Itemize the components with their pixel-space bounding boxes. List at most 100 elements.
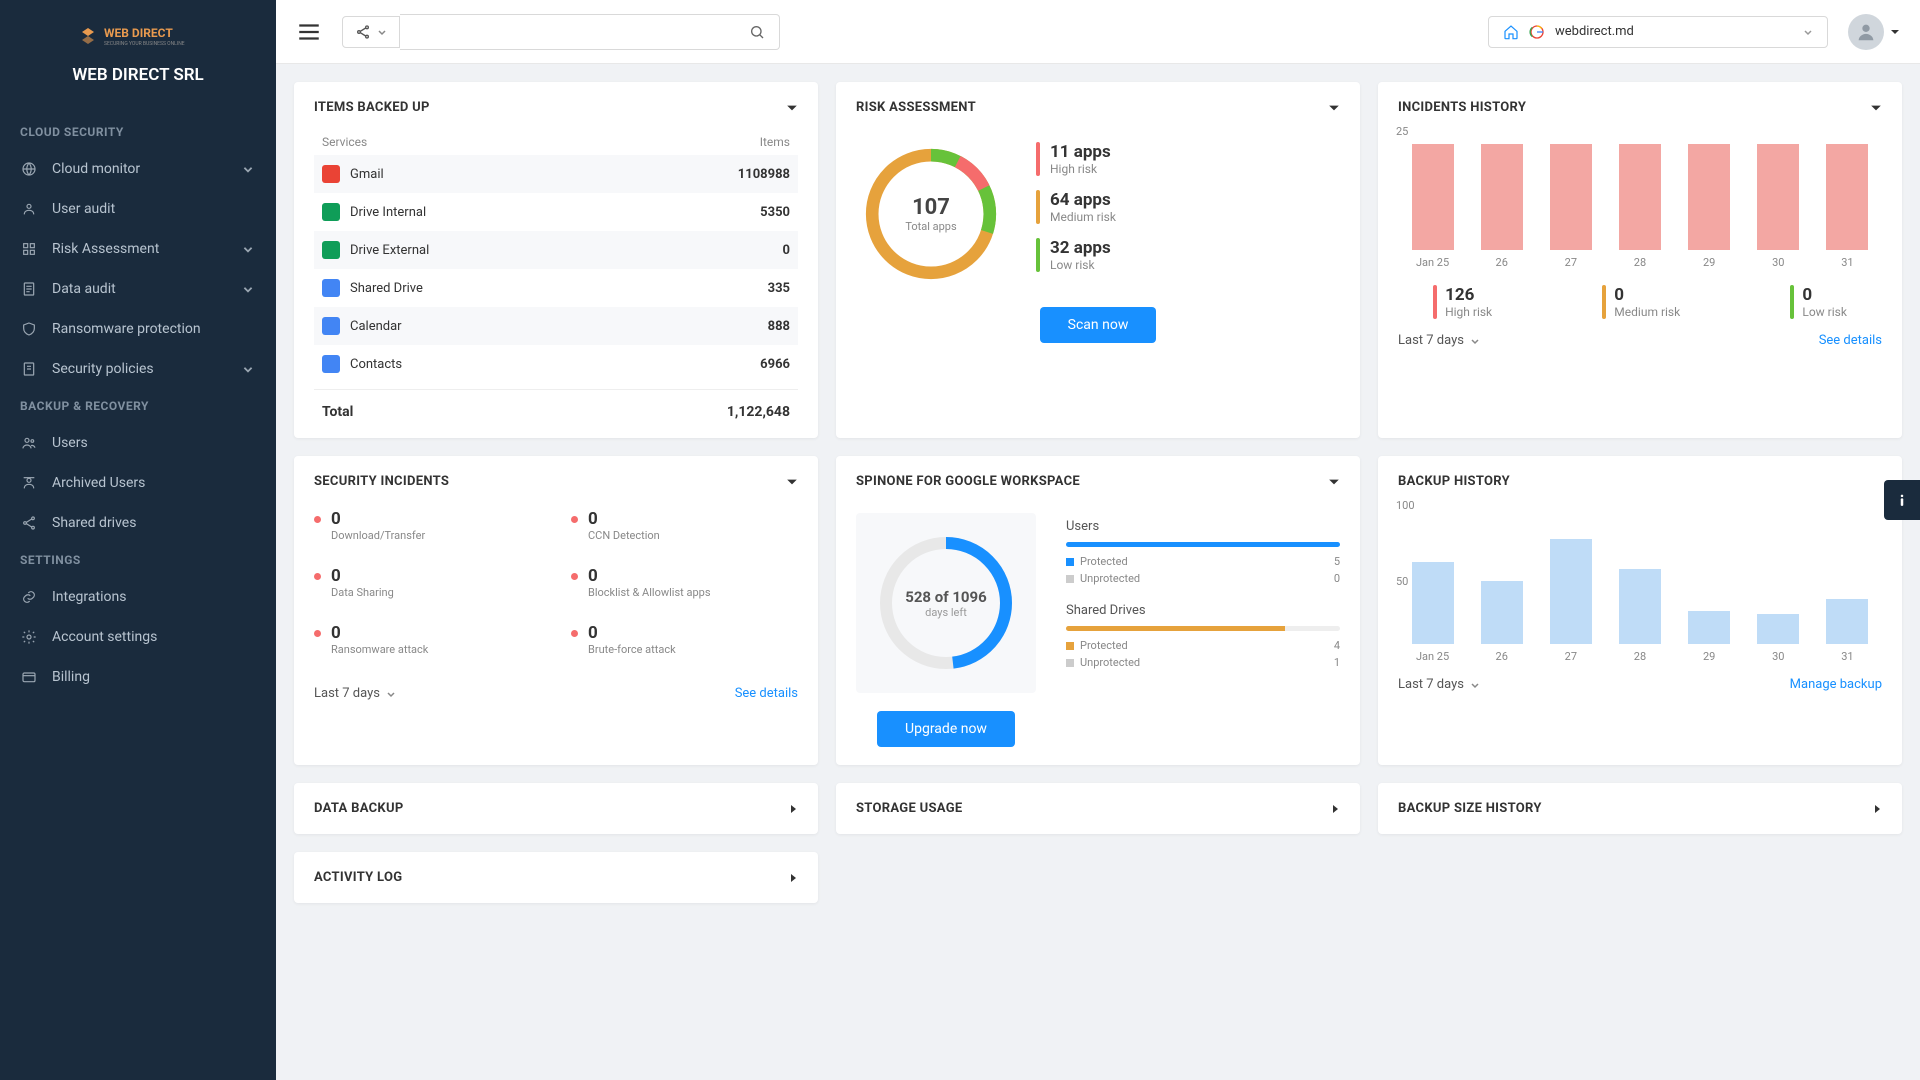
sidebar-item-account-settings[interactable]: Account settings xyxy=(0,617,276,657)
sidebar-item-data-audit[interactable]: Data audit xyxy=(0,269,276,309)
chevron-down-icon[interactable] xyxy=(1890,27,1900,37)
sidebar-item-billing[interactable]: Billing xyxy=(0,657,276,697)
scan-now-button[interactable]: Scan now xyxy=(1040,307,1157,343)
users-progress xyxy=(1066,542,1340,547)
dashboard-grid: ITEMS BACKED UP Services Items Gmail1108… xyxy=(276,64,1920,1080)
grid-icon xyxy=(20,240,38,258)
sidebar-item-label: Security policies xyxy=(52,361,154,377)
drives-title: Shared Drives xyxy=(1066,603,1340,618)
days-value: 528 of 1096 xyxy=(905,588,987,606)
drives-progress xyxy=(1066,626,1340,631)
bar: 30 xyxy=(1757,614,1799,663)
search-input[interactable] xyxy=(400,24,735,39)
activity-log-card[interactable]: ACTIVITY LOG xyxy=(294,852,818,903)
avatar[interactable] xyxy=(1848,14,1884,50)
service-name: Drive External xyxy=(350,243,429,258)
data-backup-card[interactable]: DATA BACKUP xyxy=(294,783,818,834)
bar: 28 xyxy=(1619,144,1661,269)
collapse-icon[interactable] xyxy=(1870,102,1882,114)
domain-selector[interactable]: webdirect.md xyxy=(1488,16,1828,48)
upgrade-now-button[interactable]: Upgrade now xyxy=(877,711,1015,747)
backup-size-history-card[interactable]: BACKUP SIZE HISTORY xyxy=(1378,783,1902,834)
company-name: WEB DIRECT SRL xyxy=(0,65,276,85)
shield-icon xyxy=(20,320,38,338)
share-button[interactable] xyxy=(342,16,400,48)
bar: 27 xyxy=(1550,144,1592,269)
sidebar-item-shared-drives[interactable]: Shared drives xyxy=(0,503,276,543)
service-icon xyxy=(322,203,340,221)
users-icon xyxy=(20,434,38,452)
service-name: Drive Internal xyxy=(350,205,426,220)
domain-value: webdirect.md xyxy=(1555,24,1634,39)
sidebar-item-label: Data audit xyxy=(52,281,116,297)
incident-metric: 0Blocklist & Allowlist apps xyxy=(571,566,798,599)
sidebar-item-security-policies[interactable]: Security policies xyxy=(0,349,276,389)
collapse-icon[interactable] xyxy=(1328,102,1340,114)
card-title: ITEMS BACKED UP xyxy=(314,100,430,115)
security-incidents-card: SECURITY INCIDENTS 0Download/Transfer0CC… xyxy=(294,456,818,765)
time-filter[interactable]: Last 7 days xyxy=(314,686,396,701)
risk-item: 11 appsHigh risk xyxy=(1036,142,1116,176)
file-icon xyxy=(20,360,38,378)
see-details-link[interactable]: See details xyxy=(735,686,798,701)
summary-item: 0Low risk xyxy=(1790,285,1847,319)
info-tab[interactable] xyxy=(1884,480,1920,520)
section-label: BACKUP & RECOVERY xyxy=(0,389,276,423)
main: webdirect.md ITEMS BACKED UP xyxy=(276,0,1920,1080)
y-axis-label: 100 xyxy=(1396,499,1415,512)
collapse-icon[interactable] xyxy=(1328,476,1340,488)
sidebar-item-label: Users xyxy=(52,435,88,451)
sidebar-item-users[interactable]: Users xyxy=(0,423,276,463)
sidebar-item-archived-users[interactable]: Archived Users xyxy=(0,463,276,503)
collapse-icon[interactable] xyxy=(786,102,798,114)
service-row: Shared Drive335 xyxy=(314,269,798,307)
service-row: Drive External0 xyxy=(314,231,798,269)
expand-icon xyxy=(1330,803,1340,815)
storage-usage-card[interactable]: STORAGE USAGE xyxy=(836,783,1360,834)
items-backed-up-card: ITEMS BACKED UP Services Items Gmail1108… xyxy=(294,82,818,438)
svg-text:SECURING YOUR BUSINESS ONLINE: SECURING YOUR BUSINESS ONLINE xyxy=(104,41,185,47)
archive-icon xyxy=(20,474,38,492)
bar: 27 xyxy=(1550,539,1592,663)
bar: 28 xyxy=(1619,569,1661,663)
time-filter[interactable]: Last 7 days xyxy=(1398,333,1480,348)
sidebar-item-integrations[interactable]: Integrations xyxy=(0,577,276,617)
sidebar-item-user-audit[interactable]: User audit xyxy=(0,189,276,229)
sidebar-item-cloud-monitor[interactable]: Cloud monitor xyxy=(0,149,276,189)
sidebar-item-ransomware-protection[interactable]: Ransomware protection xyxy=(0,309,276,349)
collapse-icon[interactable] xyxy=(786,476,798,488)
card-title: BACKUP HISTORY xyxy=(1398,474,1510,489)
service-icon xyxy=(322,355,340,373)
google-icon xyxy=(1529,24,1545,40)
chevron-down-icon xyxy=(242,243,256,255)
sidebar-item-label: Shared drives xyxy=(52,515,136,531)
bar: Jan 25 xyxy=(1412,144,1454,269)
incident-metric: 0Brute-force attack xyxy=(571,623,798,656)
time-filter[interactable]: Last 7 days xyxy=(1398,677,1480,692)
chevron-down-icon xyxy=(1470,336,1480,346)
service-count: 888 xyxy=(768,319,790,334)
sidebar-item-risk-assessment[interactable]: Risk Assessment xyxy=(0,229,276,269)
sidebar-item-label: Account settings xyxy=(52,629,157,645)
service-name: Shared Drive xyxy=(350,281,423,296)
bar: 26 xyxy=(1481,581,1523,663)
home-icon xyxy=(1503,24,1519,40)
service-icon xyxy=(322,317,340,335)
see-details-link[interactable]: See details xyxy=(1819,333,1882,348)
share-icon xyxy=(20,514,38,532)
sidebar: WEB DIRECTSECURING YOUR BUSINESS ONLINE … xyxy=(0,0,276,1080)
manage-backup-link[interactable]: Manage backup xyxy=(1790,677,1882,692)
spinone-card: SPINONE FOR GOOGLE WORKSPACE 528 of 1096 xyxy=(836,456,1360,765)
incident-metric: 0Data Sharing xyxy=(314,566,541,599)
search-icon[interactable] xyxy=(735,24,779,40)
service-row: Drive Internal5350 xyxy=(314,193,798,231)
chevron-down-icon xyxy=(1803,27,1813,37)
service-name: Contacts xyxy=(350,357,402,372)
chevron-down-icon xyxy=(242,363,256,375)
sidebar-item-label: User audit xyxy=(52,201,115,217)
sidebar-item-label: Archived Users xyxy=(52,475,145,491)
bar: Jan 25 xyxy=(1412,562,1454,664)
menu-toggle-icon[interactable] xyxy=(296,19,322,45)
doc-icon xyxy=(20,280,38,298)
user-icon xyxy=(20,200,38,218)
